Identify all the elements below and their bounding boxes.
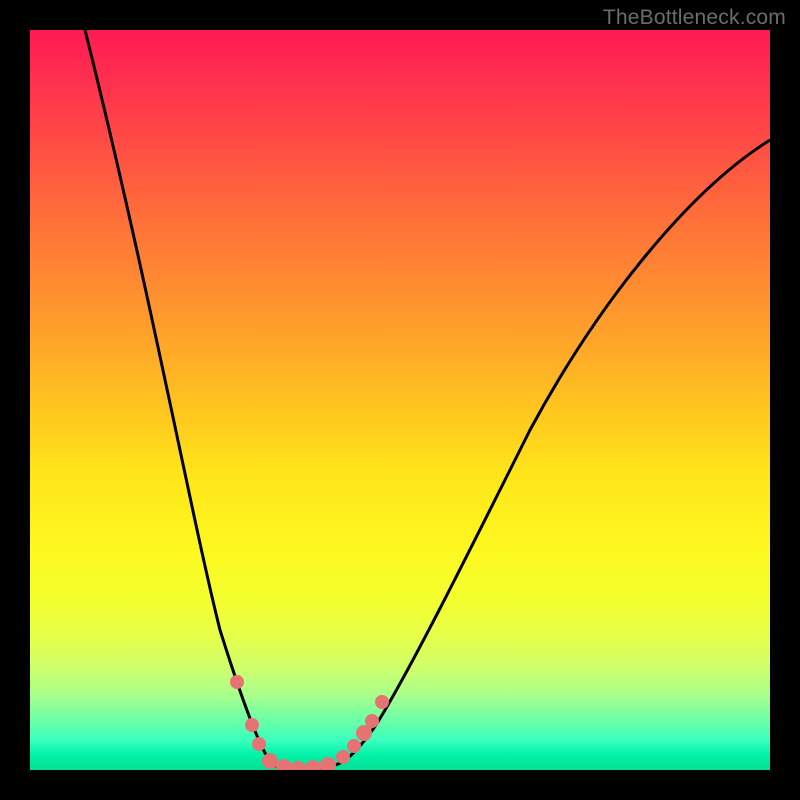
- data-marker: [320, 757, 336, 770]
- curve-layer: [30, 30, 770, 770]
- data-marker: [245, 718, 259, 732]
- chart-svg: [30, 30, 770, 770]
- data-marker: [290, 761, 306, 770]
- data-marker: [276, 759, 292, 770]
- bottleneck-curve: [85, 30, 770, 769]
- data-marker: [305, 760, 321, 770]
- data-marker: [336, 750, 350, 764]
- data-marker: [262, 753, 278, 769]
- chart-frame: TheBottleneck.com: [0, 0, 800, 800]
- watermark-text: TheBottleneck.com: [603, 6, 786, 30]
- data-marker: [230, 675, 244, 689]
- data-marker: [375, 695, 389, 709]
- data-marker: [347, 739, 361, 753]
- data-marker: [252, 737, 266, 751]
- data-marker: [365, 714, 379, 728]
- plot-area: [30, 30, 770, 770]
